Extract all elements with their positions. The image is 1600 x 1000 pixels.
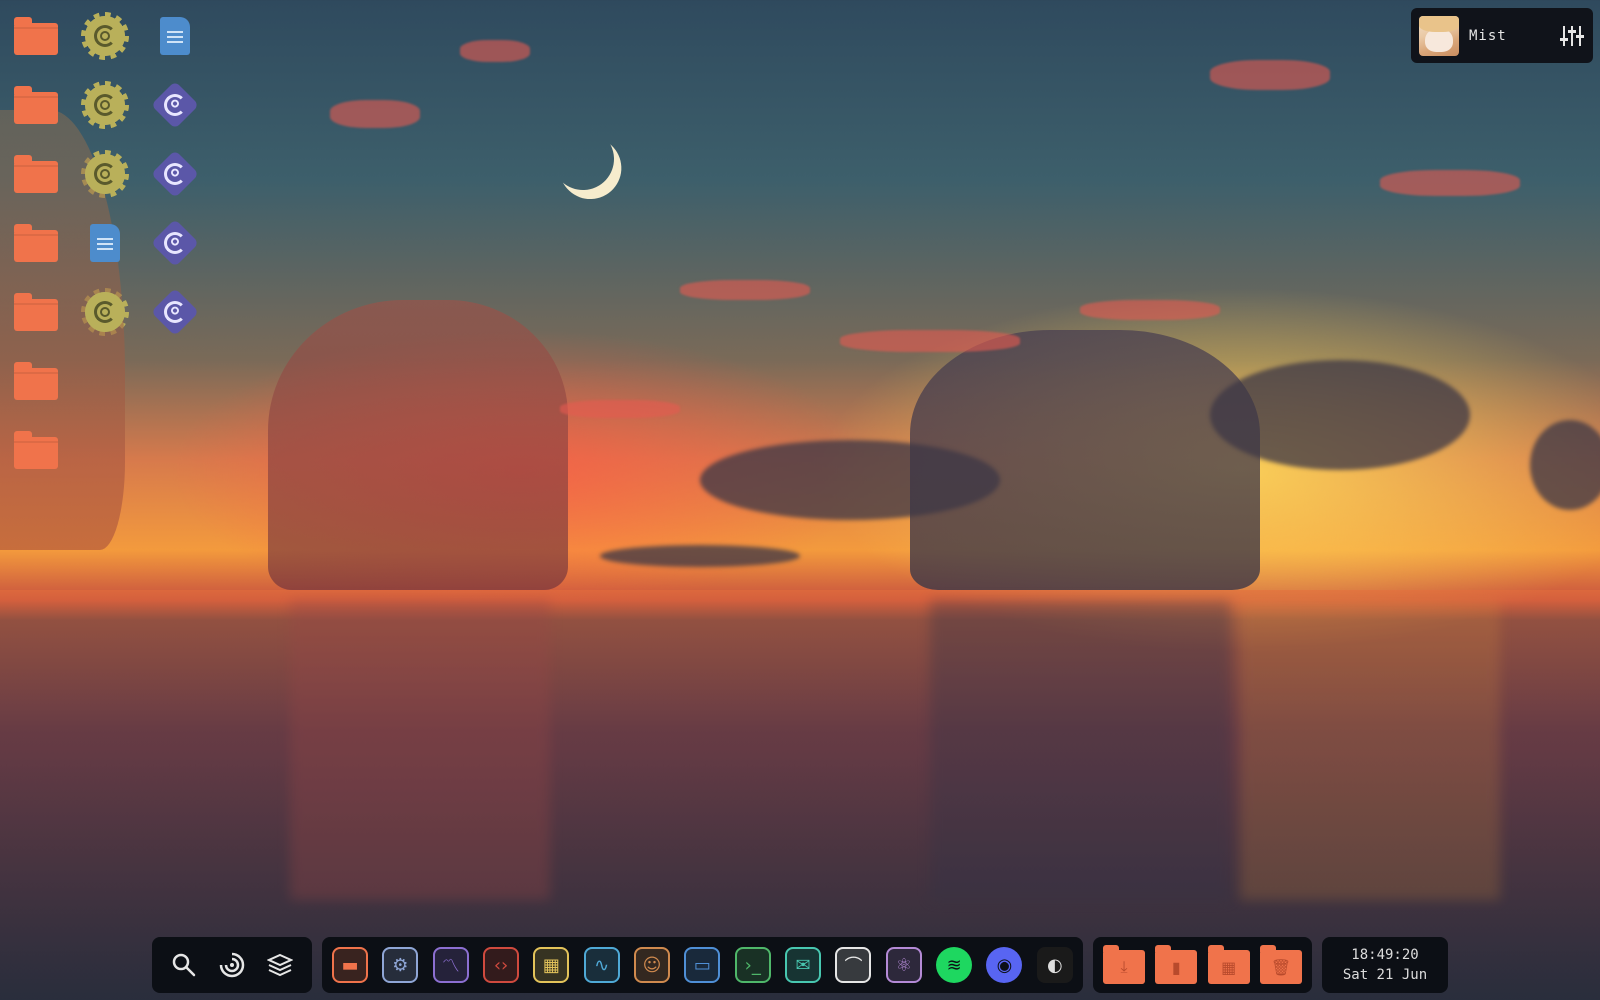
wallpaper-rock-left xyxy=(268,300,568,590)
downloads-folder-icon[interactable]: ⤓ xyxy=(1103,945,1145,984)
document-icon[interactable] xyxy=(150,11,200,61)
wallpaper-cloud xyxy=(700,440,1000,520)
documents-folder-icon[interactable]: ▮ xyxy=(1155,945,1198,984)
wallpaper-reflection xyxy=(1240,600,1500,900)
terminal-icon[interactable]: ›_ xyxy=(734,947,771,983)
folder-icon[interactable] xyxy=(11,287,61,337)
wallpaper-cloud-speck xyxy=(560,400,680,418)
settings-app-icon[interactable] xyxy=(80,80,130,130)
launcher-icon[interactable] xyxy=(215,948,249,982)
app-store-icon[interactable]: ▦ xyxy=(533,947,570,983)
folder-icon[interactable] xyxy=(11,356,61,406)
folder-icon[interactable] xyxy=(11,218,61,268)
monitor-app-icon[interactable]: 〽 xyxy=(432,947,469,983)
wallpaper xyxy=(0,0,1600,1000)
wallpaper-cloud-speck xyxy=(1380,170,1520,196)
update-app-icon[interactable] xyxy=(150,218,200,268)
settings-app-icon[interactable] xyxy=(80,11,130,61)
folder-icon[interactable] xyxy=(11,149,61,199)
avatar[interactable] xyxy=(1419,15,1459,56)
document-icon[interactable] xyxy=(80,218,130,268)
wallpaper-cloud-speck xyxy=(680,280,810,300)
wallpaper-cloud-speck xyxy=(1080,300,1220,320)
wallpaper-moon xyxy=(543,119,622,198)
code-editor-icon[interactable]: ‹› xyxy=(483,947,520,983)
settings-app-icon[interactable] xyxy=(80,287,130,337)
contacts-icon[interactable]: ☺ xyxy=(634,947,671,983)
mail-icon[interactable]: ✉ xyxy=(785,947,822,983)
clock-date: Sat 21 Jun xyxy=(1342,967,1428,983)
wallpaper-cloud xyxy=(1210,360,1470,470)
sliders-icon[interactable] xyxy=(1560,25,1584,46)
files-app-icon[interactable]: ▬ xyxy=(332,947,368,983)
atom-icon[interactable]: ⚛ xyxy=(885,947,922,983)
update-app-icon[interactable] xyxy=(150,287,200,337)
clock[interactable]: 18:49:20 Sat 21 Jun xyxy=(1322,937,1448,993)
settings-app-icon[interactable] xyxy=(80,149,130,199)
panda-app-icon[interactable]: ◐ xyxy=(1036,947,1073,983)
wallpaper-cloud-speck xyxy=(1210,60,1330,90)
wallpaper-cloud xyxy=(600,545,800,567)
wallpaper-reflection xyxy=(930,600,1230,900)
update-app-icon[interactable] xyxy=(150,149,200,199)
user-name: Mist xyxy=(1469,27,1507,44)
update-app-icon[interactable] xyxy=(150,80,200,130)
wallpaper-cloud xyxy=(1530,420,1600,510)
trash-folder-icon[interactable]: 🗑 xyxy=(1259,945,1302,984)
wallpaper-cloud-speck xyxy=(330,100,420,128)
user-panel[interactable]: Mist xyxy=(1411,8,1593,63)
folder-icon[interactable] xyxy=(11,11,61,61)
wallpaper-reflection xyxy=(290,600,550,900)
system-monitor-icon[interactable]: ∿ xyxy=(583,947,620,983)
clock-time: 18:49:20 xyxy=(1351,947,1419,963)
layers-icon[interactable] xyxy=(263,948,297,982)
spotify-icon[interactable]: ≋ xyxy=(936,947,973,983)
wallpaper-rock-right xyxy=(910,330,1260,590)
folder-icon[interactable] xyxy=(11,80,61,130)
apps-folder-icon[interactable]: ▦ xyxy=(1207,945,1250,984)
search-icon[interactable] xyxy=(167,948,201,982)
folder-icon[interactable] xyxy=(11,425,61,475)
chat-icon[interactable]: ▭ xyxy=(684,947,721,983)
settings-app-icon[interactable]: ⚙ xyxy=(382,947,419,983)
discord-icon[interactable]: ◉ xyxy=(986,947,1023,983)
taskbar-apps: ▬ ⚙ 〽 ‹› ▦ ∿ ☺ ▭ ›_ ✉ ⌒ ⚛ ≋ ◉ ◐ xyxy=(322,937,1083,993)
taskbar-folders: ⤓ ▮ ▦ 🗑 xyxy=(1093,937,1312,993)
brush-icon[interactable]: ⌒ xyxy=(835,947,872,983)
taskbar-tools xyxy=(152,937,312,993)
wallpaper-cloud-speck xyxy=(460,40,530,62)
wallpaper-cloud-speck xyxy=(840,330,1020,352)
